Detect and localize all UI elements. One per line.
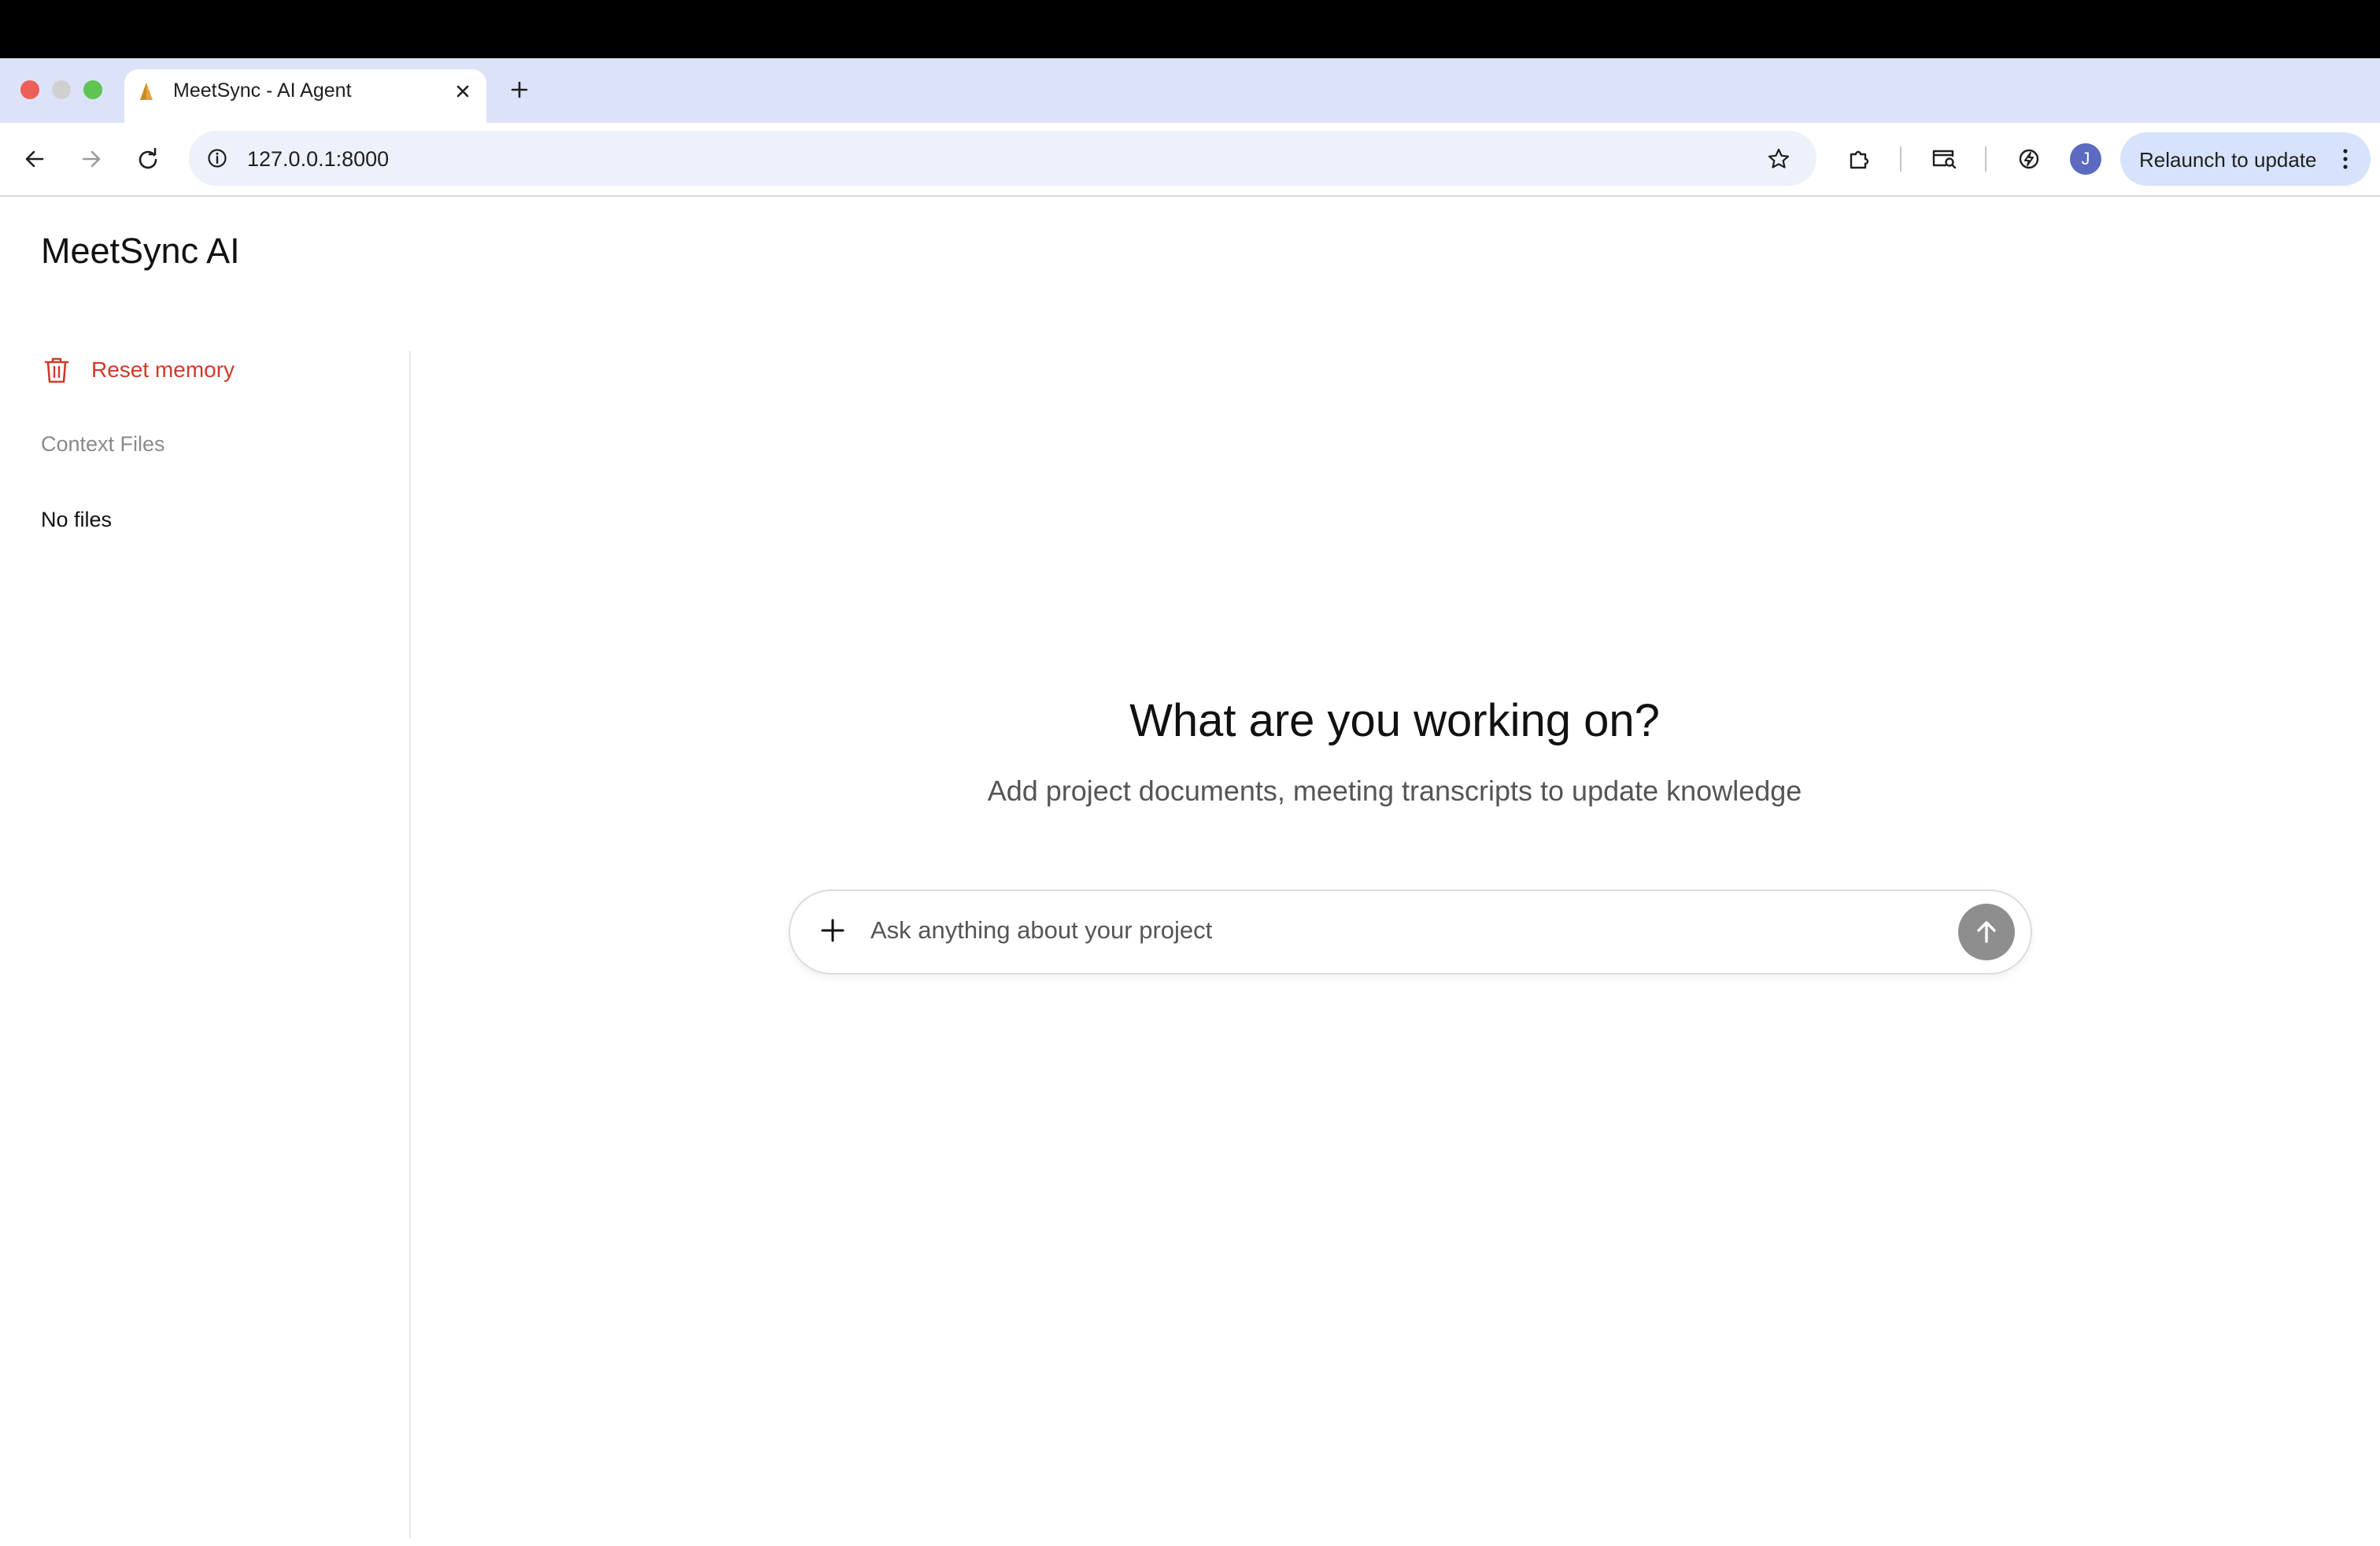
- extensions-icon[interactable]: [1842, 142, 1876, 176]
- trash-icon: [41, 354, 72, 386]
- performance-icon[interactable]: [2012, 142, 2046, 176]
- reload-icon[interactable]: [131, 142, 165, 176]
- arrow-up-icon: [1977, 921, 1996, 943]
- os-menu-bar: [0, 0, 2380, 58]
- context-files-heading: Context Files: [41, 432, 165, 456]
- reset-memory-label: Reset memory: [91, 357, 235, 382]
- relaunch-label: Relaunch to update: [2139, 148, 2317, 172]
- window-close-button[interactable]: [20, 80, 39, 99]
- reset-memory-button[interactable]: Reset memory: [41, 353, 235, 387]
- window-minimize-button[interactable]: [52, 80, 71, 99]
- page-title: What are you working on?: [1129, 695, 1660, 746]
- attach-plus-icon[interactable]: [815, 913, 850, 948]
- page-subtitle: Add project documents, meeting transcrip…: [987, 775, 1802, 807]
- profile-avatar[interactable]: J: [2070, 143, 2101, 175]
- more-vertical-icon[interactable]: [2336, 145, 2355, 173]
- window-zoom-button[interactable]: [83, 80, 102, 99]
- favicon-icon: [135, 80, 157, 102]
- forward-arrow-icon[interactable]: [74, 142, 109, 176]
- back-arrow-icon[interactable]: [17, 142, 52, 176]
- tab-search-icon[interactable]: [1927, 142, 1961, 176]
- site-info-icon[interactable]: [203, 144, 231, 172]
- chat-input[interactable]: [870, 910, 1941, 951]
- send-button[interactable]: [1958, 904, 2015, 960]
- tab-close-icon[interactable]: [450, 79, 475, 104]
- new-tab-button[interactable]: [505, 76, 534, 104]
- toolbar-divider: [1900, 146, 1901, 172]
- empty-files-text: No files: [41, 508, 113, 531]
- address-url[interactable]: 127.0.0.1:8000: [247, 145, 389, 173]
- bookmark-star-icon[interactable]: [1763, 143, 1794, 175]
- app-logo: MeetSync AI: [41, 231, 240, 271]
- tab-title: MeetSync - AI Agent: [173, 80, 352, 102]
- address-bar[interactable]: [189, 131, 1816, 186]
- toolbar-divider: [1985, 146, 1986, 172]
